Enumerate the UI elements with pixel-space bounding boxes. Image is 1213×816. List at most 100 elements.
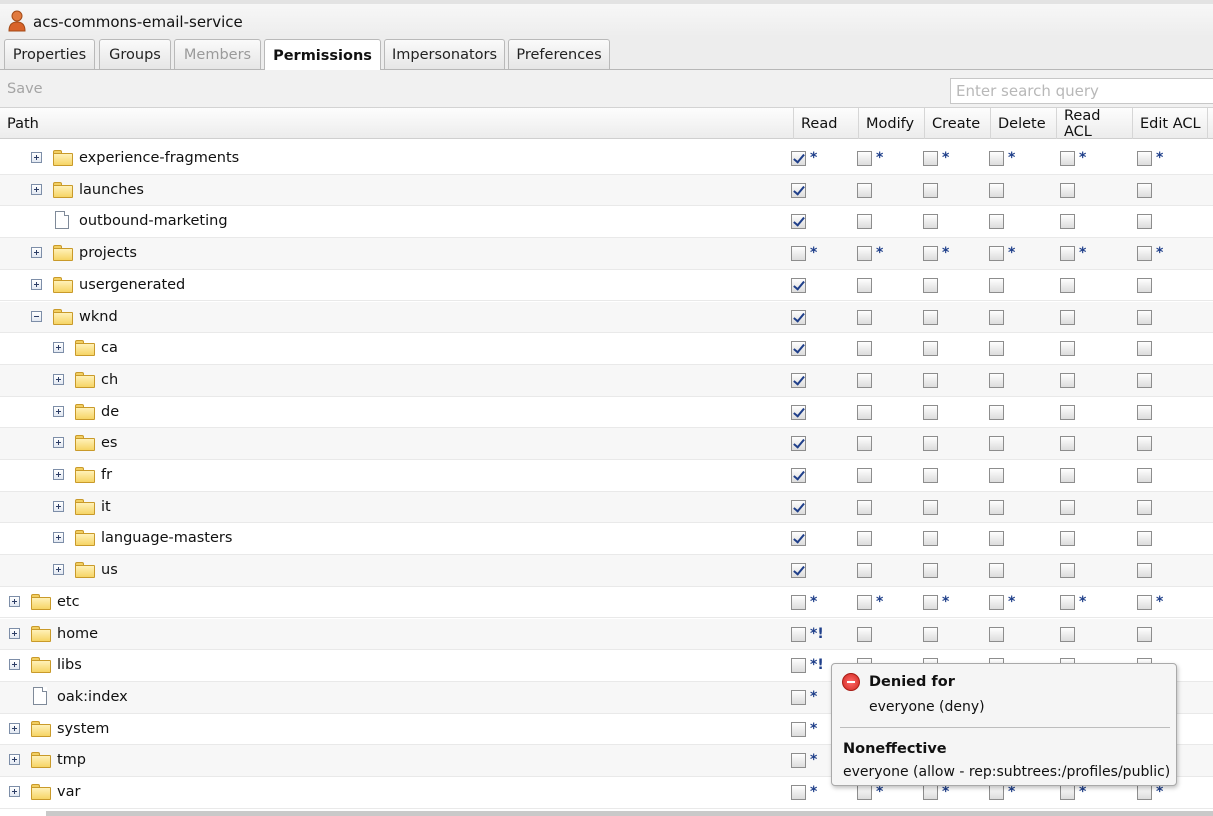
expand-icon[interactable] [53,405,64,417]
read-acl-checkbox[interactable] [1060,404,1075,420]
delete-checkbox[interactable] [989,372,1004,388]
tree-row[interactable]: ch [0,364,1213,397]
delete-checkbox[interactable] [989,309,1004,325]
modify-checkbox[interactable] [857,436,872,452]
delete-checkbox[interactable] [989,404,1004,420]
create-checkbox[interactable] [923,436,938,452]
create-checkbox[interactable] [923,594,938,610]
expand-icon[interactable] [53,500,64,512]
read-acl-checkbox[interactable] [1060,214,1075,230]
tree-row[interactable]: fr [0,460,1213,492]
read-checkbox[interactable] [791,246,806,262]
expand-icon[interactable] [31,183,42,195]
read-checkbox[interactable] [791,594,806,610]
permission-marker[interactable]: * [1008,594,1015,610]
edit-acl-checkbox[interactable] [1137,214,1152,230]
tree-node-label[interactable]: wknd [79,309,118,325]
expand-icon[interactable] [53,532,64,544]
column-header-path[interactable]: Path [0,108,792,139]
permission-marker[interactable]: * [1156,594,1163,610]
read-acl-checkbox[interactable] [1060,277,1075,293]
edit-acl-checkbox[interactable] [1137,404,1152,420]
tree-node-label[interactable]: experience-fragments [79,150,239,166]
delete-checkbox[interactable] [989,563,1004,579]
edit-acl-checkbox[interactable] [1137,468,1152,483]
edit-acl-checkbox[interactable] [1137,436,1152,452]
expand-icon[interactable] [9,786,20,797]
tree-node-label[interactable]: oak:index [57,689,128,705]
tree-node-label[interactable]: home [57,626,98,642]
permission-marker[interactable]: * [876,594,883,610]
permission-marker[interactable]: * [1079,784,1086,800]
delete-checkbox[interactable] [989,594,1004,610]
read-checkbox[interactable] [791,214,806,230]
read-checkbox[interactable] [791,531,806,547]
read-checkbox[interactable] [791,436,806,452]
tab-impersonators[interactable]: Impersonators [384,39,505,69]
delete-checkbox[interactable] [989,468,1004,483]
tree-node-label[interactable]: libs [57,657,82,673]
search-input[interactable] [950,78,1213,104]
modify-checkbox[interactable] [857,531,872,547]
read-checkbox[interactable] [791,341,806,357]
delete-checkbox[interactable] [989,626,1004,642]
save-button[interactable]: Save [7,81,43,97]
modify-checkbox[interactable] [857,151,872,166]
tree-row[interactable]: ca [0,333,1213,365]
read-acl-checkbox[interactable] [1060,151,1075,166]
expand-icon[interactable] [53,469,64,480]
column-header-read[interactable]: Read [793,108,858,139]
tree-row[interactable]: language-masters [0,523,1213,556]
read-acl-checkbox[interactable] [1060,785,1075,800]
expand-icon[interactable] [31,278,42,290]
expand-icon[interactable] [9,595,20,607]
edit-acl-checkbox[interactable] [1137,309,1152,325]
modify-checkbox[interactable] [857,499,872,515]
delete-checkbox[interactable] [989,182,1004,198]
permission-marker[interactable]: * [876,150,883,166]
read-checkbox[interactable] [791,151,806,166]
permission-marker[interactable]: * [1079,150,1086,166]
tree-row[interactable]: launches [0,174,1213,207]
delete-checkbox[interactable] [989,531,1004,547]
tree-row[interactable]: outbound-marketing [0,206,1213,239]
tree-node-label[interactable]: de [101,404,119,420]
modify-checkbox[interactable] [857,182,872,198]
permission-marker[interactable]: * [1008,150,1015,166]
expand-icon[interactable] [9,754,20,766]
create-checkbox[interactable] [923,563,938,579]
delete-checkbox[interactable] [989,436,1004,452]
column-header-delete[interactable]: Delete [990,108,1056,139]
tree-row[interactable]: etc * * * * * * [0,587,1213,619]
create-checkbox[interactable] [923,246,938,262]
tree-node-label[interactable]: usergenerated [79,277,185,293]
edit-acl-checkbox[interactable] [1137,785,1152,800]
permission-marker[interactable]: *! [810,626,824,642]
create-checkbox[interactable] [923,468,938,483]
permission-marker[interactable]: * [942,150,949,166]
tree-node-label[interactable]: language-masters [101,530,232,546]
read-checkbox[interactable] [791,785,806,800]
modify-checkbox[interactable] [857,594,872,610]
read-acl-checkbox[interactable] [1060,563,1075,579]
read-acl-checkbox[interactable] [1060,468,1075,483]
edit-acl-checkbox[interactable] [1137,372,1152,388]
tree-row[interactable]: home *! [0,618,1213,651]
tree-row[interactable]: experience-fragments * * * * * * [0,143,1213,175]
column-header-edit-acl[interactable]: Edit ACL [1132,108,1208,139]
delete-checkbox[interactable] [989,499,1004,515]
tab-properties[interactable]: Properties [4,39,95,69]
expand-icon[interactable] [31,247,42,259]
permission-marker[interactable]: * [942,784,949,800]
tree-node-label[interactable]: fr [101,467,112,483]
permission-marker[interactable]: * [1008,245,1015,261]
read-acl-checkbox[interactable] [1060,626,1075,642]
permission-marker[interactable]: * [1008,784,1015,800]
read-acl-checkbox[interactable] [1060,309,1075,325]
permission-marker[interactable]: * [810,689,817,705]
permission-marker[interactable]: * [1156,245,1163,261]
read-checkbox[interactable] [791,309,806,325]
modify-checkbox[interactable] [857,404,872,420]
permission-marker[interactable]: * [1079,245,1086,261]
edit-acl-checkbox[interactable] [1137,151,1152,166]
